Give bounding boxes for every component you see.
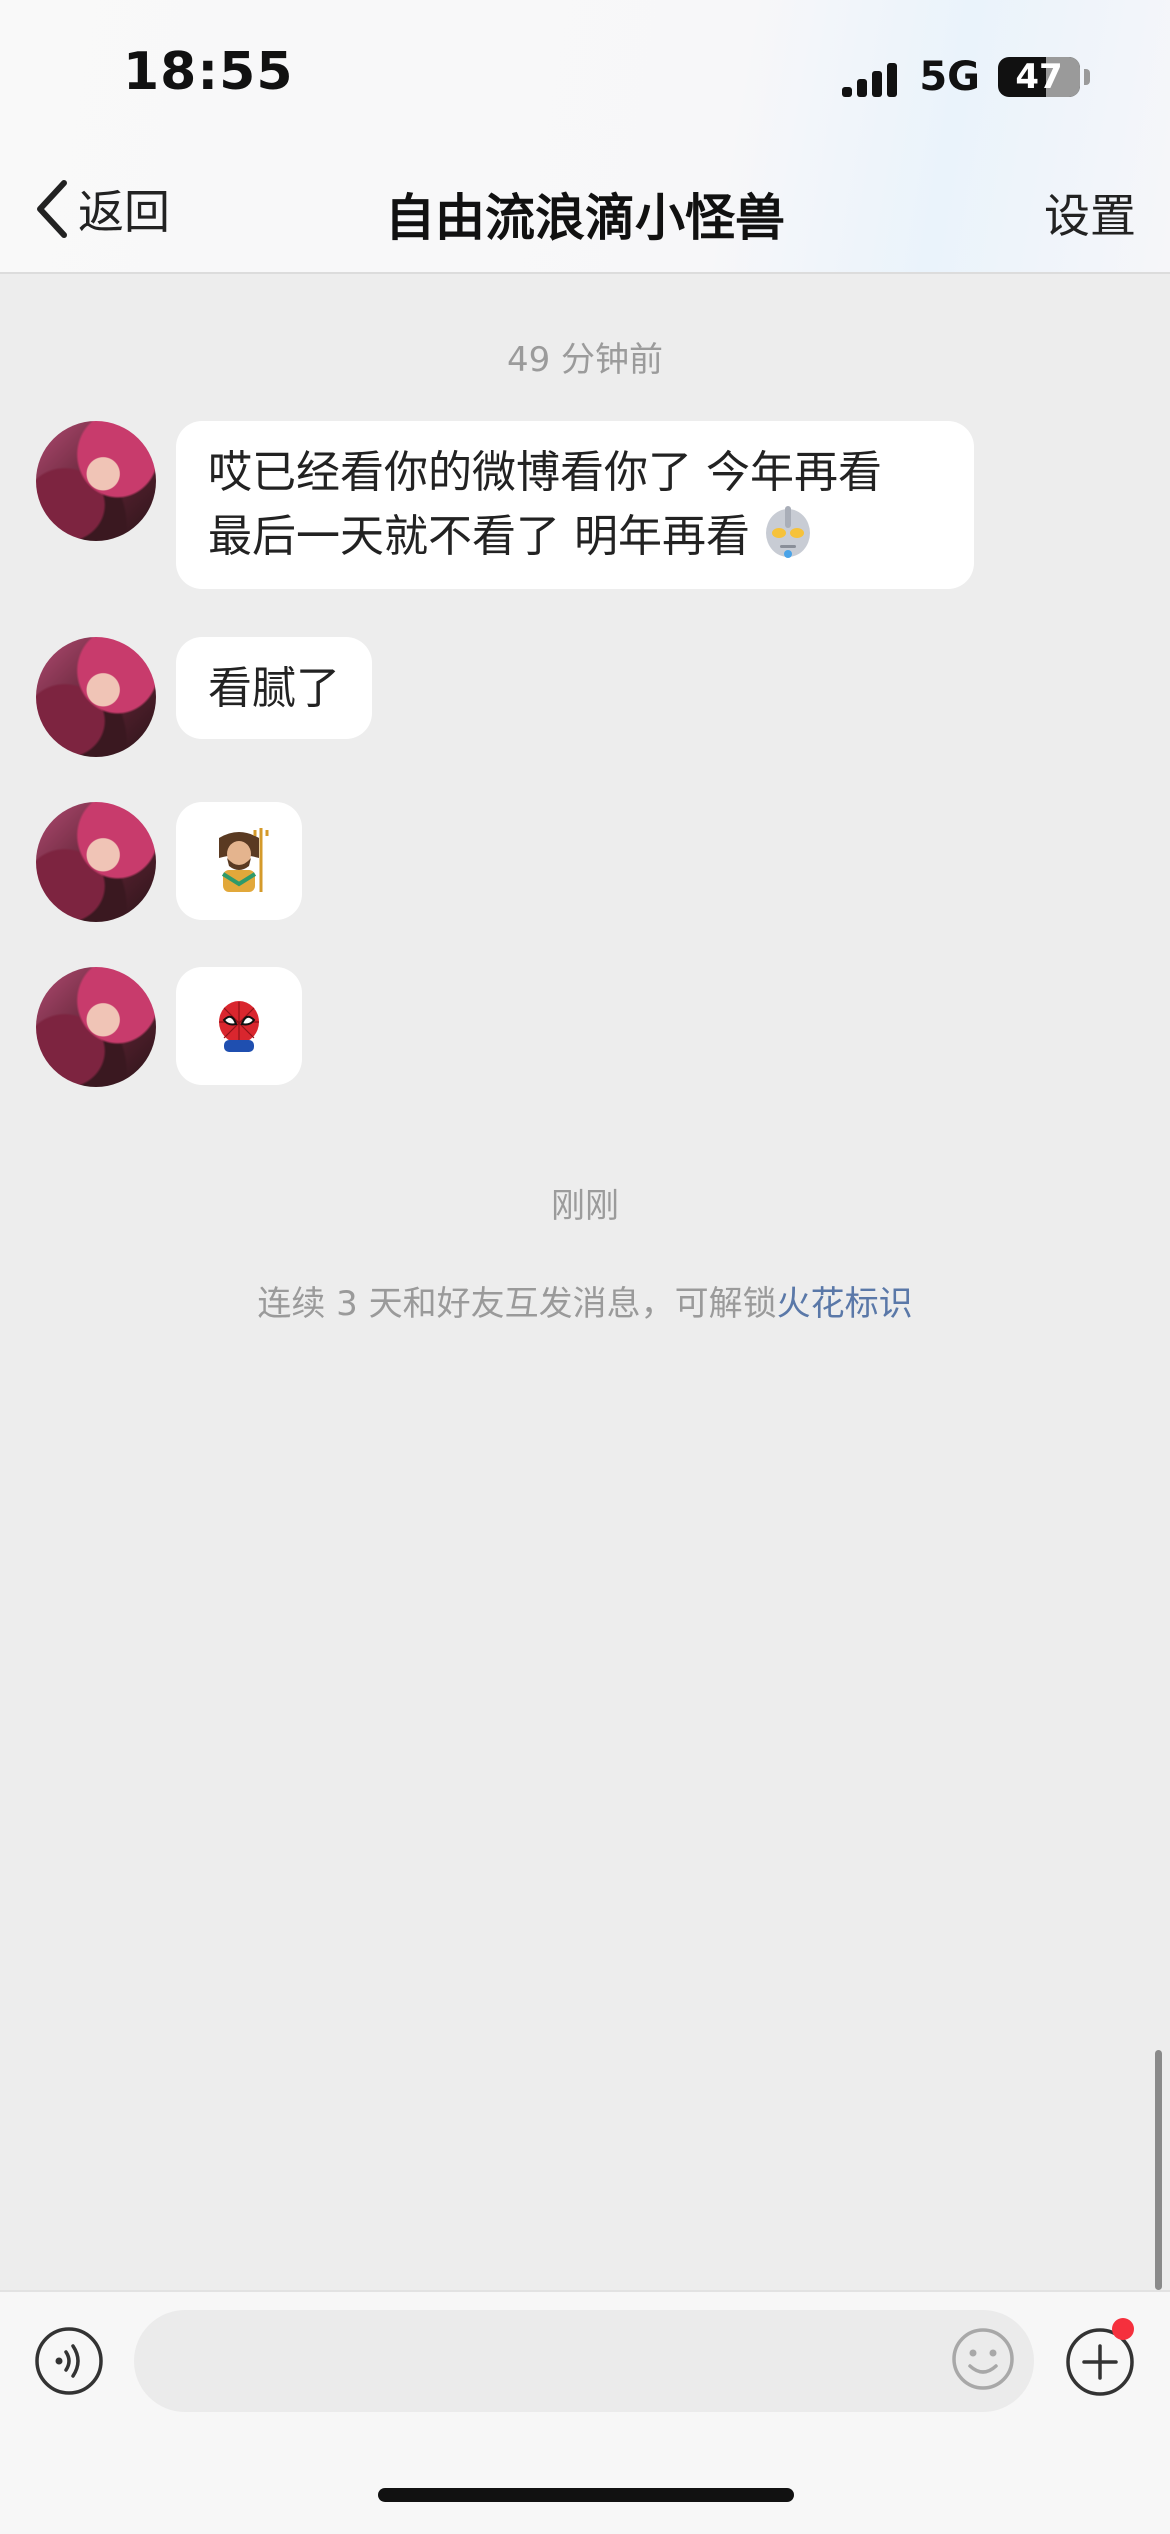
top-bar: 18:55 5G 47 返回 自由流浪滴小怪兽 设置 — [0, 0, 1170, 274]
avatar[interactable] — [36, 967, 156, 1087]
aquaman-emoji — [219, 828, 269, 892]
notification-badge — [1112, 2318, 1134, 2340]
chat-title: 自由流浪滴小怪兽 — [385, 189, 785, 247]
message-input[interactable] — [134, 2310, 1034, 2412]
network-type: 5G — [919, 54, 980, 100]
battery-level: 47 — [1015, 57, 1063, 97]
chevron-left-icon — [37, 180, 67, 238]
back-label: 返回 — [78, 185, 170, 239]
timestamp: 49 分钟前 — [506, 340, 664, 380]
message-text-line: 哎已经看你的微博看你了 今年再看 — [208, 447, 882, 498]
timestamp: 刚刚 — [551, 1186, 619, 1226]
message-row: 看腻了 — [36, 637, 372, 757]
message-bubble[interactable] — [176, 802, 302, 920]
streak-notice: 连续 3 天和好友互发消息，可解锁火花标识 — [0, 1276, 1170, 1325]
avatar[interactable] — [36, 637, 156, 757]
smiley-icon[interactable] — [950, 2326, 1016, 2392]
message-row: 哎已经看你的微博看你了 今年再看 最后一天就不看了 明年再看 — [36, 421, 974, 589]
spark-badge-link[interactable]: 火花标识 — [777, 1284, 913, 1324]
avatar[interactable] — [36, 802, 156, 922]
message-bubble[interactable]: 看腻了 — [176, 637, 372, 739]
avatar[interactable] — [36, 421, 156, 541]
scrollbar[interactable] — [1155, 2050, 1162, 2290]
home-indicator[interactable] — [378, 2488, 794, 2502]
message-bubble[interactable] — [176, 967, 302, 1085]
spiderman-emoji — [219, 1001, 259, 1052]
ultraman-emoji — [766, 506, 810, 558]
battery-icon: 47 — [998, 57, 1080, 97]
status-indicators: 5G 47 — [842, 52, 1090, 102]
status-time: 18:55 — [123, 42, 294, 102]
message-row — [36, 802, 302, 922]
streak-notice-text: 连续 3 天和好友互发消息，可解锁 — [257, 1284, 777, 1324]
message-row — [36, 967, 302, 1087]
voice-icon[interactable] — [34, 2326, 104, 2396]
message-bubble[interactable]: 哎已经看你的微博看你了 今年再看 最后一天就不看了 明年再看 — [176, 421, 974, 589]
settings-button[interactable]: 设置 — [1044, 180, 1136, 246]
cellular-signal-icon — [842, 57, 898, 97]
back-button[interactable]: 返回 — [34, 176, 170, 242]
message-text-line: 最后一天就不看了 明年再看 — [208, 503, 942, 567]
